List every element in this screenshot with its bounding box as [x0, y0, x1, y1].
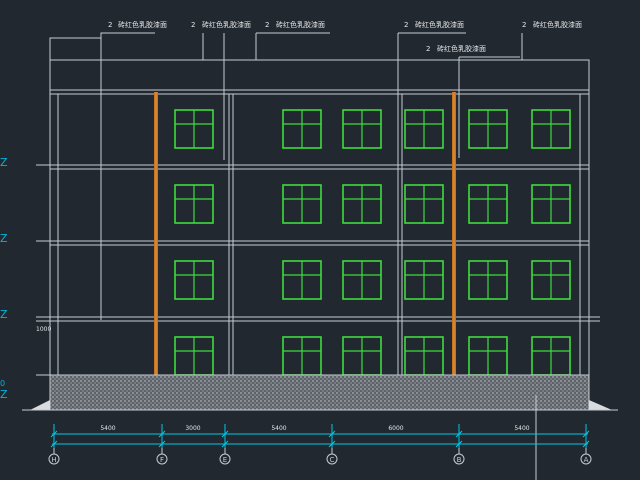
annotation-num: 2	[404, 21, 408, 29]
window	[282, 184, 322, 224]
level-marker: Z	[0, 232, 8, 245]
annotation-text: 砖红色乳胶漆面	[415, 20, 464, 29]
annotation-num: 2	[191, 21, 195, 29]
axis-label-f: F	[160, 456, 164, 464]
window	[531, 109, 571, 149]
axis-bubbles	[48, 448, 592, 465]
annotation-num: 2	[265, 21, 269, 29]
parapet	[49, 59, 590, 91]
plinth-brick	[49, 374, 590, 411]
window	[342, 336, 382, 376]
level-marker: Z	[0, 156, 8, 169]
window	[404, 184, 444, 224]
level-marker: Z	[0, 388, 8, 401]
window	[531, 260, 571, 300]
elevation-drawing: 2 砖红色乳胶漆面 2 砖红色乳胶漆面 2 砖红色乳胶漆面 2 砖红色乳胶漆面 …	[0, 20, 618, 480]
downpipes	[150, 92, 460, 411]
window	[531, 184, 571, 224]
window	[342, 109, 382, 149]
window	[282, 260, 322, 300]
ramp-right	[589, 400, 612, 410]
axis-labels: H F E C B A	[51, 456, 588, 464]
dimension-value: 6000	[388, 425, 403, 432]
window	[174, 260, 214, 300]
axis-label-c: C	[330, 456, 335, 464]
window	[404, 260, 444, 300]
building-outline	[36, 59, 600, 376]
window	[468, 336, 508, 376]
level-zero: 0	[0, 379, 5, 388]
window	[468, 109, 508, 149]
annotations: 2 砖红色乳胶漆面 2 砖红色乳胶漆面 2 砖红色乳胶漆面 2 砖红色乳胶漆面 …	[108, 20, 582, 53]
windows-group	[174, 109, 571, 376]
left-markers: Z Z Z Z 0	[0, 156, 8, 401]
dimension-value: 5400	[100, 425, 115, 432]
leader-line	[49, 32, 155, 60]
axis-label-e: E	[223, 456, 227, 464]
window	[282, 336, 322, 376]
window	[342, 260, 382, 300]
window	[282, 109, 322, 149]
level-marker: Z	[0, 308, 8, 321]
annotation-text: 砖红色乳胶漆面	[533, 20, 582, 29]
window	[468, 260, 508, 300]
window	[404, 336, 444, 376]
annotation-text: 砖红色乳胶漆面	[202, 20, 251, 29]
window	[342, 184, 382, 224]
annotation-num: 2	[522, 21, 526, 29]
window	[404, 109, 444, 149]
dimension-value: 3000	[185, 425, 200, 432]
window	[174, 109, 214, 149]
axis-label-a: A	[584, 456, 589, 464]
axis-label-b: B	[457, 456, 462, 464]
dimension-line	[50, 424, 590, 448]
annotation-num: 2	[426, 45, 430, 53]
annotation-text: 砖红色乳胶漆面	[276, 20, 325, 29]
annotation-text: 砖红色乳胶漆面	[118, 20, 167, 29]
level-label: 1000	[36, 326, 51, 333]
window	[468, 184, 508, 224]
ramp-left	[30, 400, 50, 410]
axis-label-h: H	[51, 456, 56, 464]
window	[174, 184, 214, 224]
plinth	[22, 374, 618, 411]
annotation-num: 2	[108, 21, 112, 29]
window	[174, 336, 214, 376]
dimension-value: 5400	[271, 425, 286, 432]
annotation-text: 砖红色乳胶漆面	[437, 44, 486, 53]
annotation-leaders	[49, 32, 537, 480]
dimension-value: 5400	[514, 425, 529, 432]
window	[531, 336, 571, 376]
